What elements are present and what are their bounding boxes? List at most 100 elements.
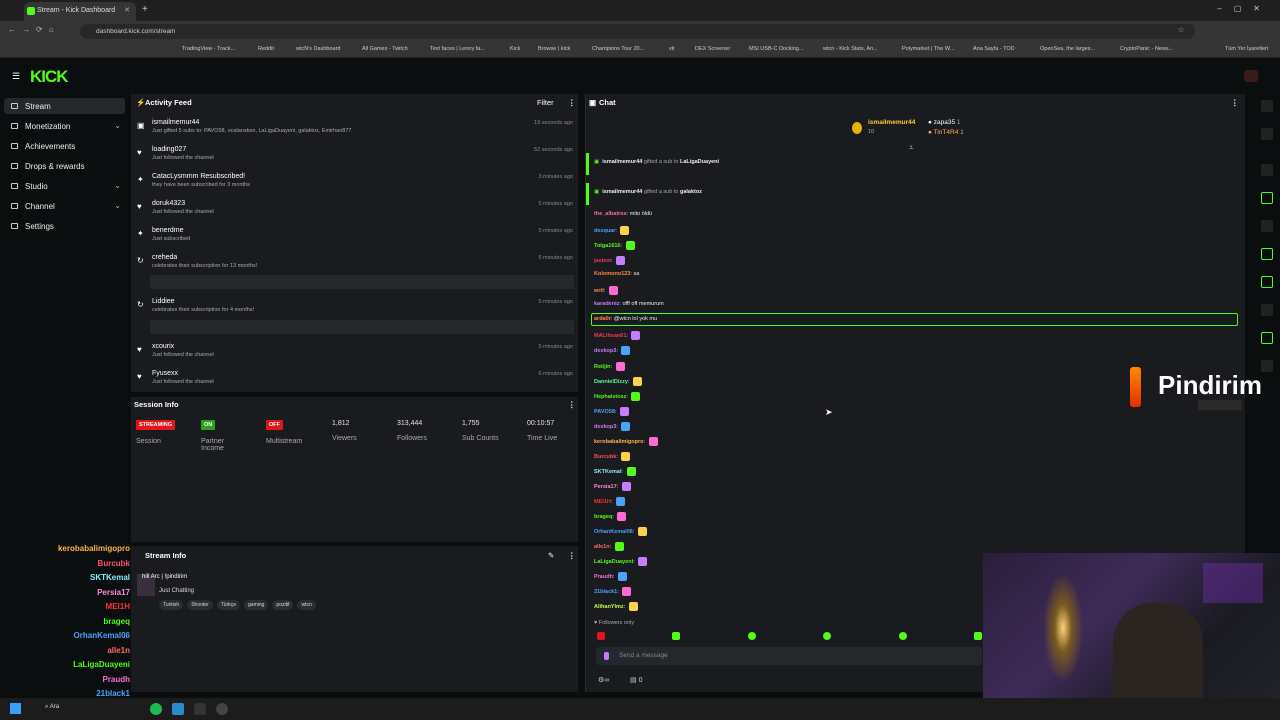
tag[interactable]: Türkçe xyxy=(216,600,241,610)
mic-icon[interactable] xyxy=(604,652,609,660)
avatar[interactable] xyxy=(1244,70,1258,82)
chat-username[interactable]: Kolomono123 xyxy=(594,271,630,277)
top-gifter-name[interactable]: ismailmemur44 xyxy=(868,119,915,126)
more-icon[interactable]: ⋮ xyxy=(1231,98,1239,107)
chat-username[interactable]: the_albatros xyxy=(594,211,627,217)
chat-username[interactable]: MALIhsan61 xyxy=(594,333,626,339)
emote-icon[interactable] xyxy=(747,632,756,640)
emote-icon[interactable] xyxy=(672,632,681,640)
chat-username[interactable]: Burcubk xyxy=(594,454,616,460)
leader-2[interactable]: ● TinT4R4 1 xyxy=(928,129,964,136)
chat-username[interactable]: jasiem xyxy=(594,258,611,264)
activity-username[interactable]: xcourix xyxy=(152,343,174,350)
chat-username[interactable]: deskop3 xyxy=(594,424,616,430)
stream-category[interactable]: Just Chatting xyxy=(159,588,194,594)
chat-username[interactable]: arda0r xyxy=(594,316,611,322)
window-controls[interactable]: –▢✕ xyxy=(1217,4,1272,13)
leader-1[interactable]: ● zapa35 1 xyxy=(928,119,961,126)
emote-icon[interactable] xyxy=(973,632,982,640)
chrome-icon[interactable] xyxy=(216,703,228,715)
chat-username[interactable]: SKTKemal xyxy=(594,469,622,475)
sidebar-item-achievements[interactable]: Achievements xyxy=(4,138,125,154)
chat-username[interactable]: PAVO58 xyxy=(594,409,615,415)
spotify-icon[interactable] xyxy=(150,703,162,715)
mobile-icon[interactable] xyxy=(1261,220,1273,232)
info-icon[interactable] xyxy=(1261,100,1273,112)
browser-tab[interactable]: Stream - Kick Dashboard ✕ xyxy=(24,2,136,21)
activity-username[interactable]: Liddiee xyxy=(152,298,175,305)
new-tab-icon[interactable]: + xyxy=(142,4,148,15)
bookmark-item[interactable]: Polymarket | The W... xyxy=(902,46,954,52)
pin-icon[interactable]: ⩡ xyxy=(909,143,914,153)
sidebar-item-monetization[interactable]: Monetization ⌄ xyxy=(4,118,125,134)
emote-icon[interactable] xyxy=(823,632,832,640)
url-field[interactable]: dashboard.kick.com/stream xyxy=(80,24,1195,39)
tag[interactable]: Shooter xyxy=(187,600,213,610)
edit-icon[interactable]: ✎ xyxy=(548,551,554,560)
network-icon[interactable] xyxy=(1261,360,1273,372)
chat-username[interactable]: brageq xyxy=(594,514,612,520)
bookmark-item[interactable]: Reddit xyxy=(258,46,274,52)
menu-icon[interactable]: ☰ xyxy=(12,71,20,82)
tools-icon[interactable] xyxy=(1261,164,1273,176)
chat-username[interactable]: kerobabalimigopro xyxy=(594,439,644,445)
bookmark-item[interactable]: CryptoPanic - News... xyxy=(1120,46,1173,52)
windows-start-icon[interactable] xyxy=(10,703,21,714)
bookmark-item[interactable]: wtcn - Kick Stats, An... xyxy=(823,46,878,52)
overlay-controls[interactable] xyxy=(1198,400,1242,410)
bolt-icon[interactable] xyxy=(1261,192,1273,204)
tag[interactable]: gaming xyxy=(244,600,269,610)
activity-username[interactable]: loading027 xyxy=(152,146,186,153)
kick-logo[interactable]: KICK xyxy=(30,67,69,87)
tag[interactable]: Turkish xyxy=(159,600,184,610)
sidebar-item-settings[interactable]: Settings xyxy=(4,218,125,234)
chat-username[interactable]: desquar xyxy=(594,228,615,234)
bookmark-item[interactable]: Kick xyxy=(510,46,520,52)
sidebar-item-studio[interactable]: Studio ⌄ xyxy=(4,178,125,194)
sidebar-item-drops[interactable]: Drops & rewards xyxy=(4,158,125,174)
activity-username[interactable]: benerdme xyxy=(152,227,184,234)
bookmark-item[interactable]: Tüm Yer İşaretleri xyxy=(1225,46,1268,52)
chat-username[interactable]: Persia17 xyxy=(594,484,617,490)
chat-username[interactable]: alle1n xyxy=(594,544,610,550)
bookmark-item[interactable]: TradingView - Track... xyxy=(182,46,235,52)
bookmark-item[interactable]: Browse | kick xyxy=(538,46,570,52)
chat-username[interactable]: Hephaistosz xyxy=(594,394,626,400)
more-icon[interactable]: ⋮ xyxy=(568,400,576,409)
chat-username[interactable]: OrhanKemal06 xyxy=(594,529,633,535)
app-icon[interactable] xyxy=(194,703,206,715)
chat-icon[interactable] xyxy=(1261,248,1273,260)
bookmark-item[interactable]: vlr xyxy=(669,46,675,52)
chat-username[interactable]: DannielDizzy xyxy=(594,379,628,385)
chat-username[interactable]: LaLigaDuayeni xyxy=(594,559,633,565)
star-icon[interactable]: ☆ xyxy=(1178,26,1184,34)
link-icon[interactable] xyxy=(1261,276,1273,288)
bookmark-item[interactable]: Champions Tour 20... xyxy=(592,46,644,52)
chat-username[interactable]: AlihanYlmz xyxy=(594,604,624,610)
wrench-icon[interactable] xyxy=(1261,332,1273,344)
inventory-icon[interactable]: ▤ 0 xyxy=(630,676,642,684)
edit-icon[interactable] xyxy=(1261,128,1273,140)
bookmark-item[interactable]: Text faces | Lenny fa... xyxy=(430,46,485,52)
emote-icon[interactable] xyxy=(597,632,605,640)
chat-username[interactable]: karadeniz xyxy=(594,301,619,307)
chat-username[interactable]: 21black1 xyxy=(594,589,617,595)
activity-username[interactable]: creheda xyxy=(152,254,177,261)
chat-username[interactable]: Praudh xyxy=(594,574,613,580)
server-icon[interactable] xyxy=(1261,304,1273,316)
chat-username[interactable]: deskop3 xyxy=(594,348,616,354)
close-tab-icon[interactable]: ✕ xyxy=(124,6,130,14)
activity-username[interactable]: ismailmemur44 xyxy=(152,119,199,126)
settings-icon[interactable]: ⚙∞ xyxy=(598,676,609,684)
chat-username[interactable]: MEI1H xyxy=(594,499,611,505)
bookmark-item[interactable]: wtcN's Dashboard xyxy=(296,46,340,52)
telegram-icon[interactable] xyxy=(172,703,184,715)
filter-button[interactable]: Filter xyxy=(537,98,554,107)
activity-username[interactable]: Fyusexx xyxy=(152,370,178,377)
bookmark-item[interactable]: MSI USB-C Docking... xyxy=(749,46,803,52)
chat-username[interactable]: Reiijin xyxy=(594,363,611,369)
nav-buttons[interactable]: ←→⟳⌂ xyxy=(8,25,60,34)
bookmark-item[interactable]: DEX Screener xyxy=(695,46,730,52)
activity-username[interactable]: CatacLysmmm Resubscribed! xyxy=(152,173,245,180)
bookmark-item[interactable]: All Games - Twitch xyxy=(362,46,408,52)
